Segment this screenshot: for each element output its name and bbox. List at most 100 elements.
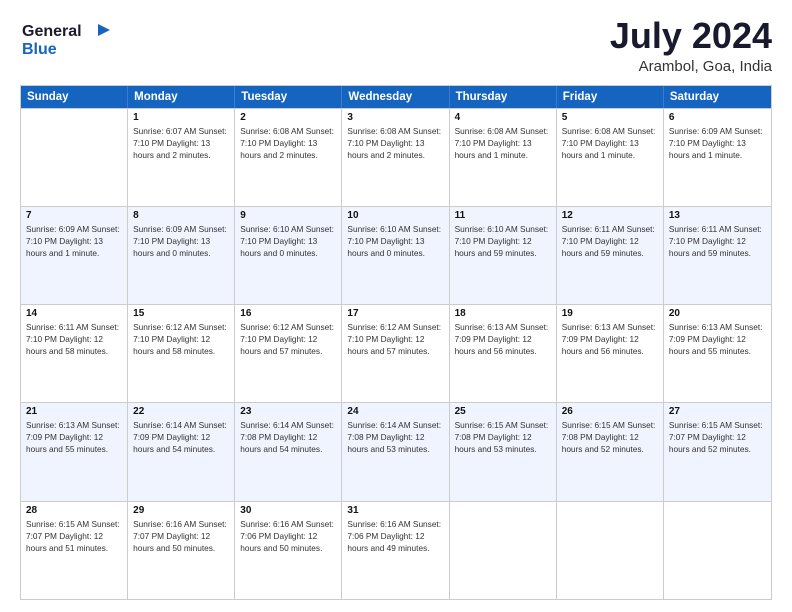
header-sunday: Sunday [21, 86, 128, 108]
day-info: Sunrise: 6:08 AM Sunset: 7:10 PM Dayligh… [347, 125, 443, 161]
day-info: Sunrise: 6:09 AM Sunset: 7:10 PM Dayligh… [26, 223, 122, 259]
day-info: Sunrise: 6:13 AM Sunset: 7:09 PM Dayligh… [669, 321, 766, 357]
day-number: 22 [133, 406, 229, 417]
day-info: Sunrise: 6:14 AM Sunset: 7:08 PM Dayligh… [240, 419, 336, 455]
calendar-cell-3-2: 23Sunrise: 6:14 AM Sunset: 7:08 PM Dayli… [235, 403, 342, 500]
day-number: 27 [669, 406, 766, 417]
calendar: Sunday Monday Tuesday Wednesday Thursday… [20, 85, 772, 600]
calendar-cell-0-3: 3 Sunrise: 6:08 AM Sunset: 7:10 PM Daylig… [342, 109, 449, 206]
calendar-cell-3-5: 26Sunrise: 6:15 AM Sunset: 7:08 PM Dayli… [557, 403, 664, 500]
day-number: 2 [240, 112, 336, 123]
day-info: Sunrise: 6:07 AM Sunset: 7:10 PM Dayligh… [133, 125, 229, 161]
calendar-cell-1-1: 8 Sunrise: 6:09 AM Sunset: 7:10 PM Daylig… [128, 207, 235, 304]
day-info: Sunrise: 6:15 AM Sunset: 7:08 PM Dayligh… [455, 419, 551, 455]
day-info: Sunrise: 6:08 AM Sunset: 7:10 PM Dayligh… [455, 125, 551, 161]
day-info: Sunrise: 6:08 AM Sunset: 7:10 PM Dayligh… [562, 125, 658, 161]
calendar-row-3: 21 Sunrise: 6:13 AM Sunset: 7:09 PM Dayli… [21, 402, 771, 500]
day-number: 1 [133, 112, 229, 123]
header-thursday: Thursday [450, 86, 557, 108]
day-info: Sunrise: 6:13 AM Sunset: 7:09 PM Dayligh… [26, 419, 122, 455]
calendar-cell-0-0 [21, 109, 128, 206]
calendar-cell-3-3: 24Sunrise: 6:14 AM Sunset: 7:08 PM Dayli… [342, 403, 449, 500]
calendar-cell-2-5: 19 Sunrise: 6:13 AM Sunset: 7:09 PM Dayli… [557, 305, 664, 402]
calendar-cell-4-3: 31 Sunrise: 6:16 AM Sunset: 7:06 PM Dayli… [342, 502, 449, 599]
day-info: Sunrise: 6:14 AM Sunset: 7:09 PM Dayligh… [133, 419, 229, 455]
calendar-cell-3-1: 22 Sunrise: 6:14 AM Sunset: 7:09 PM Dayli… [128, 403, 235, 500]
day-info: Sunrise: 6:16 AM Sunset: 7:07 PM Dayligh… [133, 518, 229, 554]
calendar-row-4: 28 Sunrise: 6:15 AM Sunset: 7:07 PM Dayli… [21, 501, 771, 599]
day-info: Sunrise: 6:10 AM Sunset: 7:10 PM Dayligh… [240, 223, 336, 259]
day-info: Sunrise: 6:13 AM Sunset: 7:09 PM Dayligh… [455, 321, 551, 357]
day-number: 24 [347, 406, 443, 417]
svg-text:General: General [22, 23, 82, 40]
logo-svg: General Blue [20, 16, 110, 60]
day-number: 20 [669, 308, 766, 319]
day-number: 16 [240, 308, 336, 319]
day-number: 29 [133, 505, 229, 516]
calendar-header: Sunday Monday Tuesday Wednesday Thursday… [21, 86, 771, 108]
calendar-row-0: 1 Sunrise: 6:07 AM Sunset: 7:10 PM Daylig… [21, 108, 771, 206]
day-number: 28 [26, 505, 122, 516]
day-info: Sunrise: 6:11 AM Sunset: 7:10 PM Dayligh… [26, 321, 122, 357]
day-info: Sunrise: 6:12 AM Sunset: 7:10 PM Dayligh… [240, 321, 336, 357]
header: General Blue July 2024 Arambol, Goa, Ind… [20, 16, 772, 75]
calendar-cell-3-0: 21 Sunrise: 6:13 AM Sunset: 7:09 PM Dayli… [21, 403, 128, 500]
calendar-cell-4-2: 30 Sunrise: 6:16 AM Sunset: 7:06 PM Dayli… [235, 502, 342, 599]
day-info: Sunrise: 6:11 AM Sunset: 7:10 PM Dayligh… [562, 223, 658, 259]
day-info: Sunrise: 6:10 AM Sunset: 7:10 PM Dayligh… [347, 223, 443, 259]
day-info: Sunrise: 6:10 AM Sunset: 7:10 PM Dayligh… [455, 223, 551, 259]
day-info: Sunrise: 6:11 AM Sunset: 7:10 PM Dayligh… [669, 223, 766, 259]
calendar-row-2: 14 Sunrise: 6:11 AM Sunset: 7:10 PM Dayli… [21, 304, 771, 402]
day-number: 5 [562, 112, 658, 123]
day-number: 6 [669, 112, 766, 123]
day-number: 9 [240, 210, 336, 221]
day-number: 15 [133, 308, 229, 319]
day-number: 25 [455, 406, 551, 417]
calendar-cell-0-5: 5 Sunrise: 6:08 AM Sunset: 7:10 PM Daylig… [557, 109, 664, 206]
day-number: 3 [347, 112, 443, 123]
calendar-body: 1 Sunrise: 6:07 AM Sunset: 7:10 PM Daylig… [21, 108, 771, 599]
main-title: July 2024 [610, 16, 772, 56]
svg-text:Blue: Blue [22, 41, 57, 58]
calendar-cell-2-6: 20 Sunrise: 6:13 AM Sunset: 7:09 PM Dayli… [664, 305, 771, 402]
calendar-cell-1-3: 10Sunrise: 6:10 AM Sunset: 7:10 PM Dayli… [342, 207, 449, 304]
day-info: Sunrise: 6:12 AM Sunset: 7:10 PM Dayligh… [347, 321, 443, 357]
calendar-cell-1-4: 11Sunrise: 6:10 AM Sunset: 7:10 PM Dayli… [450, 207, 557, 304]
calendar-cell-3-4: 25 Sunrise: 6:15 AM Sunset: 7:08 PM Dayli… [450, 403, 557, 500]
day-number: 31 [347, 505, 443, 516]
day-info: Sunrise: 6:13 AM Sunset: 7:09 PM Dayligh… [562, 321, 658, 357]
day-number: 30 [240, 505, 336, 516]
header-monday: Monday [128, 86, 235, 108]
day-info: Sunrise: 6:08 AM Sunset: 7:10 PM Dayligh… [240, 125, 336, 161]
day-number: 21 [26, 406, 122, 417]
calendar-row-1: 7 Sunrise: 6:09 AM Sunset: 7:10 PM Daylig… [21, 206, 771, 304]
calendar-cell-4-1: 29 Sunrise: 6:16 AM Sunset: 7:07 PM Dayli… [128, 502, 235, 599]
calendar-cell-0-4: 4 Sunrise: 6:08 AM Sunset: 7:10 PM Daylig… [450, 109, 557, 206]
header-saturday: Saturday [664, 86, 771, 108]
calendar-cell-4-0: 28 Sunrise: 6:15 AM Sunset: 7:07 PM Dayli… [21, 502, 128, 599]
day-number: 7 [26, 210, 122, 221]
logo: General Blue [20, 16, 110, 60]
day-info: Sunrise: 6:15 AM Sunset: 7:07 PM Dayligh… [26, 518, 122, 554]
calendar-cell-1-0: 7 Sunrise: 6:09 AM Sunset: 7:10 PM Daylig… [21, 207, 128, 304]
calendar-cell-3-6: 27Sunrise: 6:15 AM Sunset: 7:07 PM Dayli… [664, 403, 771, 500]
day-info: Sunrise: 6:09 AM Sunset: 7:10 PM Dayligh… [133, 223, 229, 259]
calendar-cell-1-6: 13 Sunrise: 6:11 AM Sunset: 7:10 PM Dayli… [664, 207, 771, 304]
day-number: 18 [455, 308, 551, 319]
calendar-cell-2-4: 18 Sunrise: 6:13 AM Sunset: 7:09 PM Dayli… [450, 305, 557, 402]
day-info: Sunrise: 6:16 AM Sunset: 7:06 PM Dayligh… [240, 518, 336, 554]
day-info: Sunrise: 6:16 AM Sunset: 7:06 PM Dayligh… [347, 518, 443, 554]
page: General Blue July 2024 Arambol, Goa, Ind… [0, 0, 792, 612]
calendar-cell-2-3: 17 Sunrise: 6:12 AM Sunset: 7:10 PM Dayli… [342, 305, 449, 402]
day-number: 4 [455, 112, 551, 123]
day-number: 19 [562, 308, 658, 319]
header-wednesday: Wednesday [342, 86, 449, 108]
calendar-cell-0-2: 2 Sunrise: 6:08 AM Sunset: 7:10 PM Daylig… [235, 109, 342, 206]
day-number: 13 [669, 210, 766, 221]
day-number: 8 [133, 210, 229, 221]
header-tuesday: Tuesday [235, 86, 342, 108]
calendar-cell-2-0: 14 Sunrise: 6:11 AM Sunset: 7:10 PM Dayli… [21, 305, 128, 402]
day-number: 14 [26, 308, 122, 319]
calendar-cell-0-1: 1 Sunrise: 6:07 AM Sunset: 7:10 PM Daylig… [128, 109, 235, 206]
day-number: 17 [347, 308, 443, 319]
